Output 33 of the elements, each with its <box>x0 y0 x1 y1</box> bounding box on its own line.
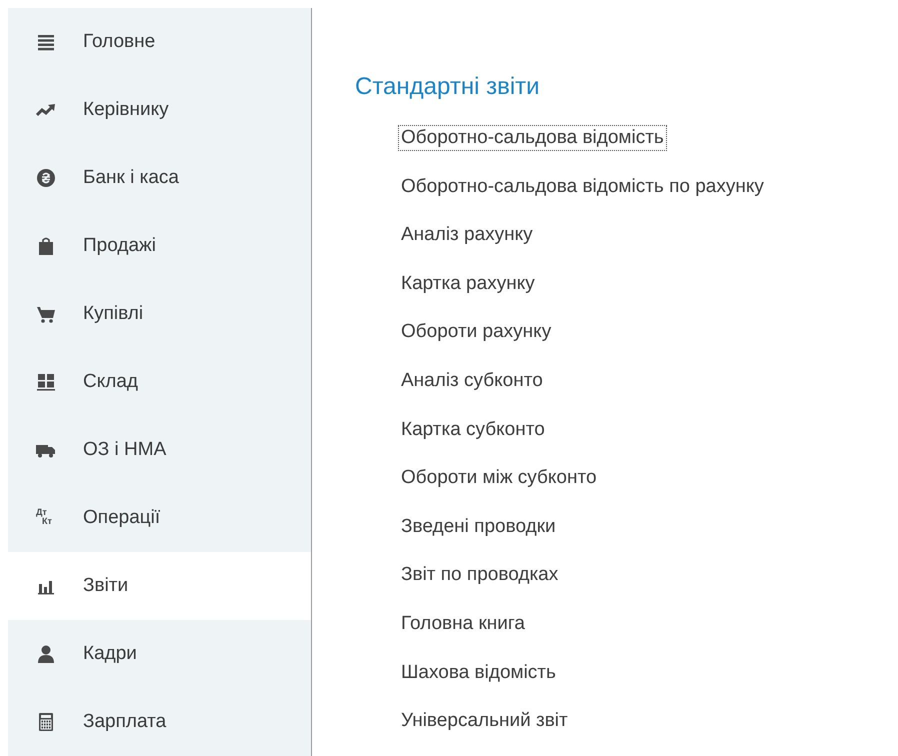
report-link[interactable]: Обороти рахунку <box>398 319 554 346</box>
report-link[interactable]: Картка рахунку <box>398 270 538 297</box>
report-link[interactable]: Головна книга <box>398 610 528 637</box>
menu-icon <box>36 32 56 52</box>
sidebar-item[interactable]: Банк і каса <box>8 144 311 212</box>
sidebar-item[interactable]: Дт Кт Операції <box>8 484 311 552</box>
calculator-icon <box>36 712 56 732</box>
sidebar-item[interactable]: Купівлі <box>8 280 311 348</box>
report-link[interactable]: Універсальний звіт <box>398 708 571 734</box>
report-link[interactable]: Картка субконто <box>398 416 548 443</box>
report-link[interactable]: Оборотно-сальдова відомість <box>398 125 667 151</box>
shopping-bag-icon <box>36 236 56 256</box>
report-link[interactable]: Обороти між субконто <box>398 465 600 492</box>
report-link[interactable]: Аналіз рахунку <box>398 222 536 248</box>
sidebar-item[interactable]: Звіти <box>8 552 311 620</box>
debit-credit-icon: Дт Кт <box>36 508 56 528</box>
sidebar-item[interactable]: Склад <box>8 348 311 416</box>
section-title: Стандартні звіти <box>355 73 541 101</box>
report-link[interactable]: Шахова відомість <box>398 660 559 686</box>
cart-icon <box>36 304 56 324</box>
person-icon <box>36 644 56 664</box>
report-link[interactable]: Оборотно-сальдова відомість по рахунку <box>398 174 767 200</box>
sidebar-item[interactable]: Зарплата <box>8 688 311 756</box>
report-link[interactable]: Звіт по проводках <box>398 562 562 588</box>
sidebar-item[interactable]: Головне <box>8 8 311 76</box>
report-link[interactable]: Аналіз субконто <box>398 368 546 394</box>
report-link[interactable]: Зведені проводки <box>398 514 559 540</box>
hryvnia-coin-icon <box>36 168 56 188</box>
sidebar-item[interactable]: ОЗ і НМА <box>8 416 311 484</box>
boxes-icon <box>36 372 56 392</box>
sidebar-item[interactable]: Кадри <box>8 620 311 688</box>
sidebar-item[interactable]: Продажі <box>8 212 311 280</box>
sidebar-item[interactable]: Керівнику <box>8 76 311 144</box>
